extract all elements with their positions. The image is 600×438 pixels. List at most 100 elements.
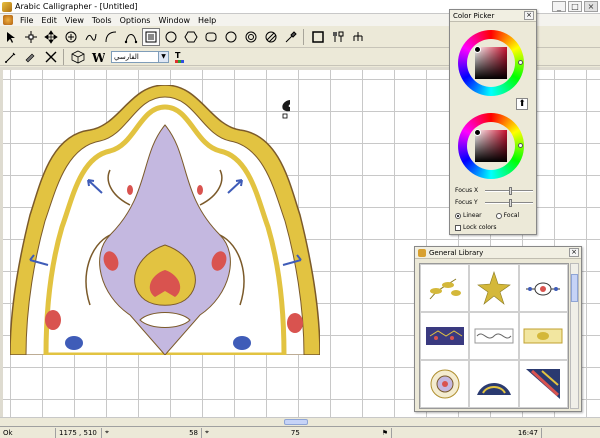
bezier-icon[interactable] [122,28,140,46]
general-library-close-button[interactable]: × [569,248,579,257]
svg-text:T: T [175,51,181,60]
library-scrollbar-thumb[interactable] [571,274,578,302]
menu-tools[interactable]: Tools [88,16,116,25]
hue-knob[interactable] [518,143,523,148]
color-swatch-icon[interactable]: T [171,48,189,66]
status-value2-cell: ⌖ 75 ⚑ [202,427,392,438]
pen-icon[interactable] [2,48,20,66]
align-icon[interactable] [329,28,347,46]
font-select[interactable]: الفارسي ▼ [111,50,169,63]
ellipse-icon[interactable] [222,28,240,46]
eyedropper-icon[interactable] [282,28,300,46]
circle-shape-icon[interactable] [162,28,180,46]
focus-x-slider[interactable] [485,187,533,195]
document-icon[interactable] [3,15,13,25]
library-item-gold-frieze[interactable] [518,312,568,360]
status-time: 16:47 [392,427,542,438]
arrow-select-icon[interactable] [2,28,20,46]
ring-icon[interactable] [242,28,260,46]
status-value1-cell: ⌖ 58 [102,427,202,438]
toolbar-separator [303,28,304,45]
library-item-white-frieze[interactable] [469,312,519,360]
maximize-button[interactable]: □ [568,1,582,12]
general-library-title: General Library [415,247,581,259]
ornament-drawing[interactable] [10,85,320,355]
lock-colors-label: Lock colors [463,224,497,231]
general-library-label: General Library [429,248,484,257]
text-icon[interactable]: W [89,48,107,66]
cut-icon[interactable] [42,48,60,66]
color-picker-panel: Color Picker × ⬆ Focus X Focus Y Linear [449,9,537,235]
gradient-mode-row: Linear Focal [455,212,535,219]
stripe-icon[interactable] [262,28,280,46]
scrollbar-thumb[interactable] [284,419,308,425]
menu-file[interactable]: File [16,16,37,25]
start-color-wheel[interactable] [458,30,524,96]
focus-y-label: Focus Y [455,199,478,206]
linear-label: Linear [463,212,482,219]
general-library-panel: General Library × [414,246,582,412]
focus-x-slider-knob[interactable] [509,187,513,195]
pin-icon: ⌖ [205,428,209,436]
hue-knob[interactable] [518,60,523,65]
horizontal-scrollbar[interactable] [0,417,600,426]
status-mode: Ok [0,427,56,438]
tree-icon[interactable] [349,28,367,46]
close-button[interactable]: × [584,1,598,12]
menu-window[interactable]: Window [154,16,194,25]
rounded-rect-icon[interactable] [202,28,220,46]
font-select-value: الفارسي [114,52,139,61]
chevron-down-icon[interactable]: ▼ [158,51,168,62]
swap-colors-button[interactable]: ⬆ [516,98,528,110]
zoom-icon[interactable] [62,28,80,46]
focus-x-label: Focus X [455,187,479,194]
focus-y-slider-knob[interactable] [509,199,513,207]
hexagon-icon[interactable] [182,28,200,46]
menu-options[interactable]: Options [116,16,155,25]
library-item-gold-star-motif[interactable] [469,264,519,312]
library-item-arch-motif[interactable] [469,360,519,408]
library-grid [419,263,569,409]
flag-icon: ⚑ [381,428,388,437]
color-knob[interactable] [474,129,481,136]
focal-label: Focal [503,212,520,219]
focus-y-slider[interactable] [485,199,533,207]
status-coords: 1175 , 510 [56,427,102,438]
cube-icon[interactable] [69,48,87,66]
window-title: Arabic Calligrapher - [Untitled] [15,2,138,11]
library-item-bird-ornament[interactable] [518,264,568,312]
status-value2: 75 [290,428,300,437]
library-icon [418,248,426,257]
library-item-blue-frieze[interactable] [420,312,470,360]
focus-x-row: Focus X [455,187,535,195]
freehand-icon[interactable] [82,28,100,46]
focus-y-row: Focus Y [455,199,535,207]
app-window: Arabic Calligrapher - [Untitled] _ □ × F… [0,0,600,438]
lock-colors-row: Lock colors [455,224,535,231]
minimize-button[interactable]: _ [552,1,566,12]
app-logo-icon [2,1,12,12]
library-item-floral-sprig[interactable] [420,264,470,312]
linear-radio[interactable] [455,212,461,219]
rectangle-icon[interactable] [309,28,327,46]
menu-edit[interactable]: Edit [37,16,61,25]
end-color-wheel[interactable] [458,113,524,179]
color-picker-close-button[interactable]: × [524,11,534,20]
library-item-corner-motif[interactable] [518,360,568,408]
menu-help[interactable]: Help [194,16,220,25]
menu-view[interactable]: View [61,16,88,25]
color-knob[interactable] [474,46,481,53]
status-bar: Ok 1175 , 510 ⌖ 58 ⌖ 75 ⚑ 16:47 [0,426,600,438]
svg-text:W: W [91,51,105,64]
library-scrollbar[interactable] [570,263,579,409]
status-value1: 58 [189,428,198,437]
curve-icon[interactable] [102,28,120,46]
library-item-medallion[interactable] [420,360,470,408]
node-edit-icon[interactable] [22,28,40,46]
lock-colors-checkbox[interactable] [455,224,461,231]
move-icon[interactable] [42,28,60,46]
pin-icon: ⌖ [105,428,109,436]
focal-radio[interactable] [495,212,502,219]
frame-icon[interactable] [142,27,160,46]
brush-icon[interactable] [22,48,40,66]
